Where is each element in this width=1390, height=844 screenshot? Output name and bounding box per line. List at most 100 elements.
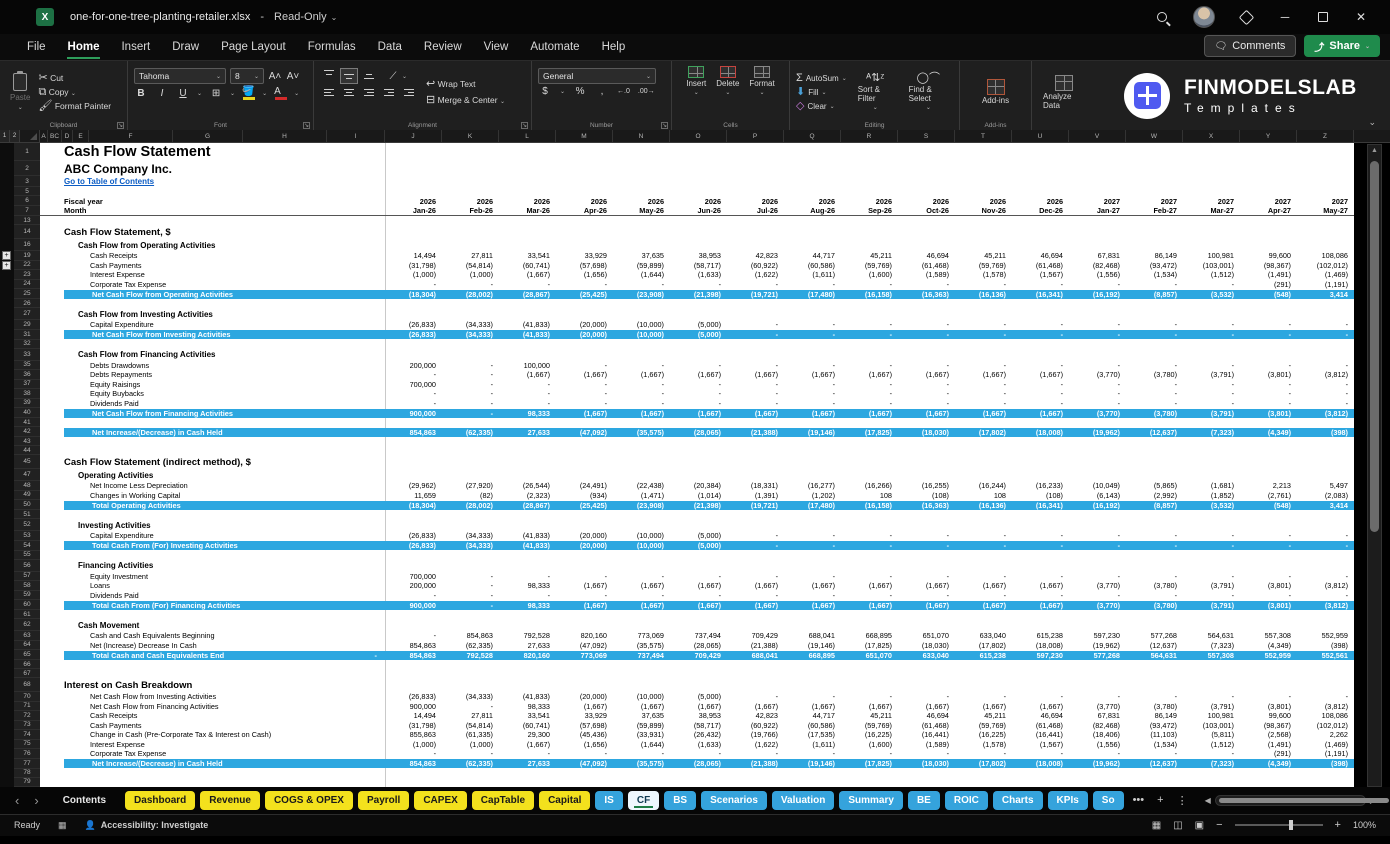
cell-U-53[interactable]: - [1012,531,1069,541]
cell-M-38[interactable]: - [556,389,613,399]
cell-U-65[interactable]: 597,230 [1012,650,1069,660]
cell-S-37[interactable]: - [898,380,955,390]
cell-S-72[interactable]: 46,694 [898,711,955,721]
row-header-64[interactable]: 64 [14,641,40,651]
align-center-button[interactable] [340,86,358,102]
cell-M-71[interactable]: (1,667) [556,702,613,712]
sort-filter-button[interactable]: ᴬ⇅ᶻ Sort & Filter⌄ [853,66,898,118]
cell-X-58[interactable]: (3,791) [1183,581,1240,591]
cell-Z-23[interactable]: (1,469) [1297,270,1354,280]
cell-V-6[interactable]: 2027 [1069,196,1126,206]
row-header-7[interactable]: 7 [14,206,40,216]
cell-J-38[interactable]: - [385,389,442,399]
cell-label[interactable]: Loans [40,581,385,591]
column-header-F[interactable]: F [89,130,173,142]
cell-T-71[interactable]: (1,667) [955,702,1012,712]
cell-label[interactable]: Equity Raisings [40,380,385,390]
font-color-button[interactable]: A [274,86,287,100]
cell-T-70[interactable]: - [955,692,1012,702]
cell-P-64[interactable]: (21,388) [727,641,784,651]
cell-O-36[interactable]: (1,667) [670,370,727,380]
close-button[interactable]: ✕ [1354,10,1368,24]
cell-L-58[interactable]: 98,333 [499,581,556,591]
cell-Y-39[interactable]: - [1240,399,1297,409]
grow-font-button[interactable]: A˄ [268,71,282,82]
sheet-tab-revenue[interactable]: Revenue [200,791,260,810]
cell-K-53[interactable]: (34,333) [442,531,499,541]
cell-V-23[interactable]: (1,556) [1069,270,1126,280]
cell-T-29[interactable]: - [955,320,1012,330]
cell-J-42[interactable]: 854,863 [385,427,442,437]
cell-M-37[interactable]: - [556,380,613,390]
cell-O-63[interactable]: 737,494 [670,631,727,641]
cell-P-74[interactable]: (19,766) [727,730,784,740]
cell-label[interactable] [40,610,1354,619]
sheet-tab-dashboard[interactable]: Dashboard [125,791,195,810]
cell-M-60[interactable]: (1,667) [556,600,613,610]
cell-K-31[interactable]: (34,333) [442,330,499,340]
cell-U-77[interactable]: (18,008) [1012,759,1069,769]
cell-O-25[interactable]: (21,398) [670,289,727,299]
fill-button[interactable]: ⬇ Fill ⌄ [796,87,847,98]
outline-expand-button[interactable]: + [2,261,11,270]
cell-Q-77[interactable]: (19,146) [784,759,841,769]
cell-label[interactable]: ABC Company Inc. [40,161,1354,176]
cell-Z-54[interactable]: - [1297,541,1354,551]
cell-U-76[interactable]: - [1012,749,1069,759]
row-header-27[interactable]: 27 [14,308,40,320]
cell-T-77[interactable]: (17,802) [955,759,1012,769]
underline-button[interactable]: U [176,88,190,99]
cell-W-25[interactable]: (8,857) [1126,289,1183,299]
cell-M-36[interactable]: (1,667) [556,370,613,380]
cell-Z-53[interactable]: - [1297,531,1354,541]
cell-S-35[interactable]: - [898,361,955,371]
cell-K-65[interactable]: 792,528 [442,650,499,660]
cell-Z-58[interactable]: (3,812) [1297,581,1354,591]
cell-U-6[interactable]: 2026 [1012,196,1069,206]
cell-X-57[interactable]: - [1183,572,1240,582]
cell-T-23[interactable]: (1,578) [955,270,1012,280]
cell-Q-64[interactable]: (19,146) [784,641,841,651]
cell-S-36[interactable]: (1,667) [898,370,955,380]
cell-R-40[interactable]: (1,667) [841,408,898,418]
align-bottom-button[interactable] [360,68,378,84]
cell-W-77[interactable]: (12,637) [1126,759,1183,769]
cell-W-65[interactable]: 564,631 [1126,650,1183,660]
ribbon-tab-data[interactable]: Data [367,34,413,60]
zoom-out-button[interactable]: − [1216,819,1222,831]
cell-K-19[interactable]: 27,811 [442,251,499,261]
cell-L-29[interactable]: (41,833) [499,320,556,330]
cell-L-37[interactable]: - [499,380,556,390]
cell-N-36[interactable]: (1,667) [613,370,670,380]
wrap-text-button[interactable]: ↩ Wrap Text [426,79,505,90]
row-header-63[interactable]: 63 [14,631,40,641]
cell-R-31[interactable]: - [841,330,898,340]
cell-O-24[interactable]: - [670,280,727,290]
cell-V-63[interactable]: 597,230 [1069,631,1126,641]
more-sheets-icon[interactable]: ••• [1129,794,1149,806]
cell-R-53[interactable]: - [841,531,898,541]
cell-O-57[interactable]: - [670,572,727,582]
cell-Z-38[interactable]: - [1297,389,1354,399]
cell-J-25[interactable]: (18,304) [385,289,442,299]
cell-N-70[interactable]: (10,000) [613,692,670,702]
cell-U-19[interactable]: 46,694 [1012,251,1069,261]
cell-S-48[interactable]: (16,255) [898,481,955,491]
cell-L-57[interactable]: - [499,572,556,582]
cell-U-71[interactable]: (1,667) [1012,702,1069,712]
row-header-25[interactable]: 25 [14,289,40,299]
cell-O-31[interactable]: (5,000) [670,330,727,340]
cell-U-7[interactable]: Dec-26 [1012,206,1069,215]
column-header-BC[interactable]: BC [48,130,62,142]
cell-label[interactable]: Total Operating Activities [40,500,385,510]
cell-T-24[interactable]: - [955,280,1012,290]
cell-Z-36[interactable]: (3,812) [1297,370,1354,380]
cell-R-77[interactable]: (17,825) [841,759,898,769]
cell-Y-59[interactable]: - [1240,591,1297,601]
cell-O-73[interactable]: (58,717) [670,721,727,731]
cell-P-39[interactable]: - [727,399,784,409]
cell-U-37[interactable]: - [1012,380,1069,390]
sheet-tab-capex[interactable]: CAPEX [414,791,466,810]
cell-label[interactable]: Cash Flow from Investing Activities [40,308,1354,320]
cell-P-38[interactable]: - [727,389,784,399]
